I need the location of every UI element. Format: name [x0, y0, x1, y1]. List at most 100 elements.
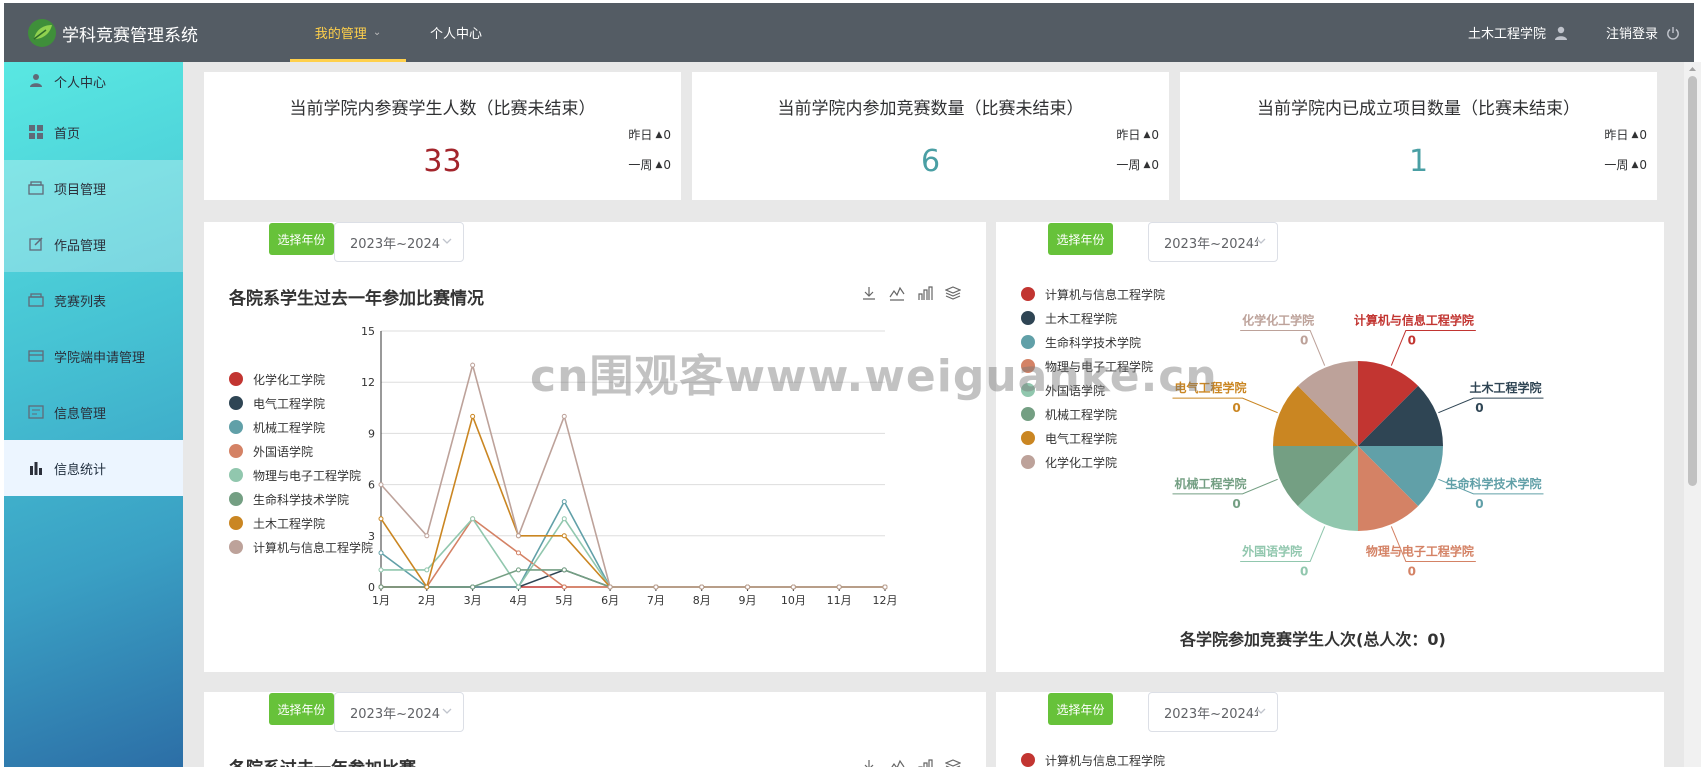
- sidebar-item-personal-center[interactable]: 个人中心: [4, 62, 183, 104]
- series-line: [381, 569, 885, 588]
- stack-switch-icon[interactable]: [939, 756, 967, 767]
- triangle-up-icon: ▲: [1631, 159, 1639, 170]
- pie-chart-panel: 选择年份 2023年~2024年 计算机与信息工程学院 土木工程学院 生命科学技术学…: [996, 222, 1664, 672]
- data-point: [470, 362, 476, 368]
- sidebar-item-label: 个人中心: [54, 76, 107, 91]
- y-tick-label: 9: [368, 427, 375, 440]
- stat-week-value: 0: [1151, 157, 1159, 172]
- year-select[interactable]: 2023年~2024年: [1148, 692, 1278, 732]
- nav-my-management-label: 我的管理: [314, 27, 367, 42]
- sidebar-item-info-statistics[interactable]: 信息统计: [4, 440, 183, 496]
- scrollbar[interactable]: [1684, 62, 1701, 767]
- slice-value-label: 0: [1408, 564, 1416, 578]
- legend-item[interactable]: 计算机与信息工程学院: [1021, 748, 1165, 767]
- slice-name-label: 土木工程学院: [1469, 380, 1541, 395]
- scrollbar-thumb[interactable]: [1688, 76, 1697, 486]
- stat-title: 当前学院内参赛学生人数（比赛未结束）: [289, 99, 596, 119]
- select-year-button[interactable]: 选择年份: [1048, 693, 1113, 725]
- sidebar-item-label: 首页: [54, 126, 81, 142]
- triangle-up-icon: ▲: [655, 159, 663, 170]
- stat-week-value: 0: [663, 157, 671, 172]
- label-leader-line: [1438, 397, 1544, 414]
- stat-title: 当前学院内已成立项目数量（比赛未结束）: [1257, 99, 1580, 119]
- stat-value: 1: [1408, 144, 1429, 179]
- select-year-button[interactable]: 选择年份: [269, 693, 334, 725]
- data-point: [882, 584, 888, 590]
- chevron-down-icon: [1256, 708, 1266, 714]
- sidebar-item-project-management[interactable]: 项目管理: [4, 160, 183, 216]
- year-select-value: 2023年~2024: [350, 706, 441, 722]
- legend-dot: [1021, 753, 1035, 767]
- x-tick-label: 4月: [509, 594, 527, 607]
- data-point: [378, 584, 384, 590]
- sidebar-item-home[interactable]: 首页: [4, 104, 183, 160]
- stat-yesterday-value: 0: [1639, 127, 1647, 142]
- main-content: 当前学院内参赛学生人数（比赛未结束） 33 昨日 ▲ 0 一周 ▲ 0 当前学院内参加竞…: [183, 62, 1684, 767]
- year-select[interactable]: 2023年~2024: [334, 692, 464, 732]
- stat-week-label: 一周: [1604, 158, 1629, 172]
- label-leader-line: [1390, 330, 1476, 366]
- stat-week-value: 0: [1639, 157, 1647, 172]
- sidebar-item-label: 竞赛列表: [54, 294, 107, 310]
- sidebar-item-college-application[interactable]: 学院端申请管理: [4, 328, 183, 384]
- nav-personal-center-label: 个人中心: [430, 27, 483, 42]
- x-tick-label: 5月: [555, 594, 573, 607]
- data-point: [515, 584, 521, 590]
- x-tick-label: 2月: [418, 594, 436, 607]
- logout-button[interactable]: 注销登录: [1606, 23, 1680, 42]
- stat-yesterday-value: 0: [1151, 127, 1159, 142]
- sidebar-item-works-management[interactable]: 作品管理: [4, 216, 183, 272]
- stat-week-label: 一周: [1116, 158, 1141, 172]
- user-menu[interactable]: 土木工程学院: [1468, 23, 1568, 42]
- data-point: [607, 584, 613, 590]
- user-icon: [1554, 26, 1567, 40]
- x-tick-label: 3月: [464, 594, 482, 607]
- box-icon: [28, 292, 44, 308]
- top-menu: 我的管理 ⌄ 个人中心: [290, 3, 482, 62]
- data-point: [424, 584, 430, 590]
- slice-value-label: 0: [1475, 497, 1483, 511]
- stat-week-label: 一周: [628, 158, 653, 172]
- slice-name-label: 电气工程学院: [1175, 380, 1247, 395]
- stat-value: 6: [920, 144, 941, 179]
- x-tick-label: 1月: [372, 594, 390, 607]
- sidebar-item-info-management[interactable]: 信息管理: [4, 384, 183, 440]
- label-leader-line: [1172, 397, 1278, 414]
- download-icon[interactable]: [855, 756, 883, 767]
- line-switch-icon[interactable]: [883, 756, 911, 767]
- data-point: [790, 584, 796, 590]
- user-name: 土木工程学院: [1467, 27, 1546, 42]
- y-tick-label: 0: [368, 581, 375, 594]
- edit-icon: [28, 236, 44, 252]
- x-tick-label: 11月: [827, 594, 852, 607]
- bar-switch-icon[interactable]: [911, 756, 939, 767]
- series-line: [381, 517, 885, 589]
- doc-icon: [28, 404, 44, 420]
- nav-personal-center[interactable]: 个人中心: [430, 3, 482, 62]
- line-chart-panel: 选择年份 2023年~2024 各院系学生过去一年参加比赛情况 化学化工学院 电气…: [204, 222, 986, 672]
- year-select-value: 2023年~2024年: [1164, 706, 1258, 722]
- slice-value-label: 0: [1408, 334, 1416, 348]
- legend-label: 计算机与信息工程学院: [1045, 753, 1166, 768]
- y-tick-label: 3: [368, 530, 375, 543]
- pie-chart-panel-2: 选择年份 2023年~2024年 计算机与信息工程学院: [996, 692, 1664, 767]
- sidebar-item-label: 项目管理: [54, 182, 107, 198]
- data-point: [470, 516, 476, 522]
- sidebar-item-competition-list[interactable]: 竞赛列表: [4, 272, 183, 328]
- scroll-up-arrow-icon[interactable]: [1684, 62, 1701, 76]
- slice-name-label: 计算机与信息工程学院: [1354, 313, 1474, 328]
- stat-yesterday: 昨日 ▲ 0: [1116, 126, 1159, 143]
- y-tick-label: 12: [361, 376, 375, 389]
- data-point: [378, 482, 384, 488]
- x-tick-label: 7月: [647, 594, 665, 607]
- brand[interactable]: 学科竞赛管理系统: [26, 17, 198, 49]
- slice-name-label: 物理与电子工程学院: [1366, 543, 1474, 558]
- slice-name-label: 外国语学院: [1242, 543, 1302, 558]
- chevron-down-icon: [442, 708, 452, 714]
- nav-my-management[interactable]: 我的管理 ⌄: [290, 3, 406, 62]
- label-leader-line: [1240, 330, 1326, 366]
- series-line: [380, 499, 885, 588]
- bar-chart-icon: [28, 460, 44, 476]
- x-tick-label: 9月: [739, 594, 757, 607]
- data-point: [424, 567, 430, 573]
